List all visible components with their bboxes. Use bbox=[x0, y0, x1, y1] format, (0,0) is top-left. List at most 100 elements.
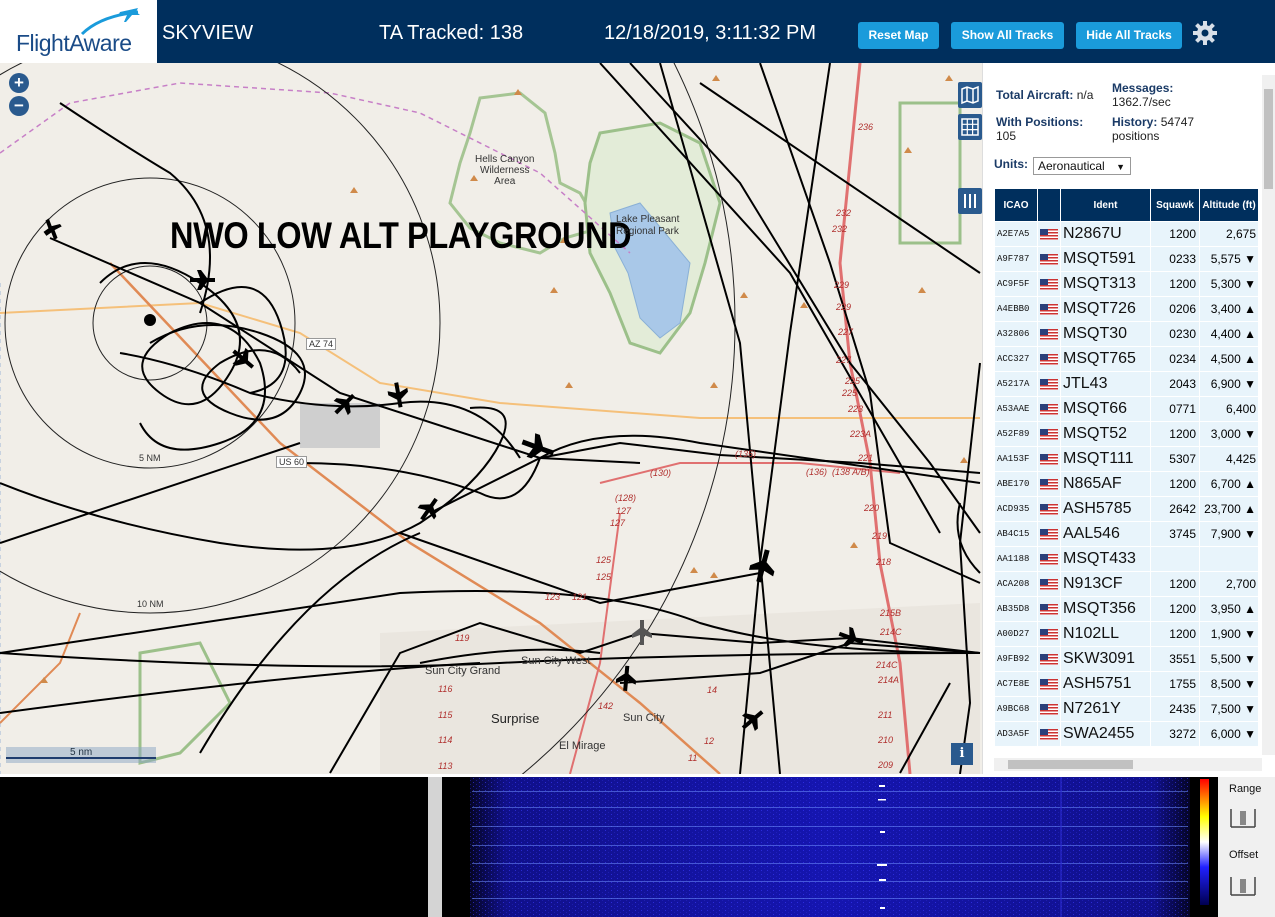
reset-map-button[interactable]: Reset Map bbox=[858, 22, 939, 49]
col-flag[interactable] bbox=[1038, 189, 1060, 221]
ta-tracked-count: TA Tracked: 138 bbox=[379, 22, 524, 44]
aircraft-row[interactable]: ABE170 N865AF 1200 6,700 ▲ bbox=[995, 472, 1258, 496]
units-select[interactable]: Aeronautical ▼ bbox=[1033, 157, 1131, 175]
icao-cell: AD3A5F bbox=[995, 722, 1037, 746]
route-number: 221 bbox=[858, 453, 874, 463]
aircraft-row[interactable]: AC7E8E ASH5751 1755 8,500 ▼ bbox=[995, 672, 1258, 696]
total-aircraft-stat: Total Aircraft: n/a bbox=[996, 88, 1093, 102]
aircraft-row[interactable]: A5217A JTL43 2043 6,900 ▼ bbox=[995, 372, 1258, 396]
route-number: 225 bbox=[842, 388, 858, 398]
hells-canyon-label: Hells Canyon Wilderness Area bbox=[475, 154, 535, 187]
with-positions-label: With Positions: bbox=[996, 115, 1084, 129]
flightaware-logo[interactable]: FlightAware bbox=[0, 0, 157, 63]
country-flag-cell bbox=[1038, 472, 1060, 496]
us-flag-icon bbox=[1040, 478, 1058, 490]
map-layers-button[interactable] bbox=[958, 82, 982, 108]
dropdown-arrow-icon: ▼ bbox=[1116, 162, 1125, 172]
altitude-cell: 4,425 bbox=[1200, 447, 1258, 471]
vertical-scrollbar[interactable] bbox=[1262, 75, 1275, 755]
route-number: 225 bbox=[845, 376, 861, 386]
hide-all-tracks-button[interactable]: Hide All Tracks bbox=[1076, 22, 1182, 49]
aircraft-row[interactable]: ACD935 ASH5785 2642 23,700 ▲ bbox=[995, 497, 1258, 521]
icao-cell: AB4C15 bbox=[995, 522, 1037, 546]
aircraft-row[interactable]: A32806 MSQT30 0230 4,400 ▲ bbox=[995, 322, 1258, 346]
icao-cell: A9FB92 bbox=[995, 647, 1037, 671]
zoom-in-button[interactable]: + bbox=[9, 73, 29, 93]
surprise-label: Surprise bbox=[491, 711, 540, 726]
icao-cell: A00D27 bbox=[995, 622, 1037, 646]
range-ring-10nm-label: 10 NM bbox=[137, 599, 164, 609]
route-number: 119 bbox=[455, 633, 470, 643]
aircraft-sidebar: Total Aircraft: n/a Messages: 1362.7/sec… bbox=[982, 63, 1275, 774]
el-mirage-label: El Mirage bbox=[559, 740, 606, 752]
country-flag-cell bbox=[1038, 722, 1060, 746]
map-view[interactable]: NWO LOW ALT PLAYGROUND Hells Canyon Wild… bbox=[0, 63, 982, 774]
aircraft-row[interactable]: AA153F MSQT111 5307 4,425 bbox=[995, 447, 1258, 471]
icao-cell: A4EBB0 bbox=[995, 297, 1037, 321]
aircraft-row[interactable]: A9F787 MSQT591 0233 5,575 ▼ bbox=[995, 247, 1258, 271]
route-number: 114 bbox=[438, 735, 453, 745]
altitude-value: 2,675 bbox=[1225, 227, 1256, 241]
icao-cell: AB35D8 bbox=[995, 597, 1037, 621]
aircraft-row[interactable]: AA1188 MSQT433 bbox=[995, 547, 1258, 571]
altitude-cell: 8,500 ▼ bbox=[1200, 672, 1258, 696]
messages-stat: Messages: 1362.7/sec bbox=[1112, 81, 1173, 109]
aircraft-row[interactable]: A9BC68 N7261Y 2435 7,500 ▼ bbox=[995, 697, 1258, 721]
aircraft-row[interactable]: A52F89 MSQT52 1200 3,000 ▼ bbox=[995, 422, 1258, 446]
us-flag-icon bbox=[1040, 278, 1058, 290]
route-number: 223A bbox=[850, 429, 872, 439]
us-flag-icon bbox=[1040, 253, 1058, 265]
route-number: 223 bbox=[848, 404, 864, 414]
altitude-trend-icon: ▲ bbox=[1244, 477, 1256, 491]
altitude-trend-icon: ▼ bbox=[1244, 277, 1256, 291]
route-number: 142 bbox=[598, 701, 614, 711]
altitude-cell: 3,000 ▼ bbox=[1200, 422, 1258, 446]
offset-slider[interactable] bbox=[1229, 875, 1257, 897]
aircraft-row[interactable]: A4EBB0 MSQT726 0206 3,400 ▲ bbox=[995, 297, 1258, 321]
country-flag-cell bbox=[1038, 622, 1060, 646]
aircraft-row[interactable]: AB4C15 AAL546 3745 7,900 ▼ bbox=[995, 522, 1258, 546]
aircraft-row[interactable]: A9FB92 SKW3091 3551 5,500 ▼ bbox=[995, 647, 1258, 671]
show-all-tracks-button[interactable]: Show All Tracks bbox=[951, 22, 1064, 49]
col-squawk[interactable]: Squawk bbox=[1151, 189, 1199, 221]
aircraft-row[interactable]: A00D27 N102LL 1200 1,900 ▼ bbox=[995, 622, 1258, 646]
sun-city-grand-label: Sun City Grand bbox=[425, 665, 501, 677]
squawk-cell: 1200 bbox=[1151, 572, 1199, 596]
aircraft-row[interactable]: AD3A5F SWA2455 3272 6,000 ▼ bbox=[995, 722, 1258, 746]
aircraft-row[interactable]: AC9F5F MSQT313 1200 5,300 ▼ bbox=[995, 272, 1258, 296]
scroll-thumb[interactable] bbox=[1008, 760, 1133, 769]
zoom-out-button[interactable]: − bbox=[9, 96, 29, 116]
altitude-trend-icon: ▼ bbox=[1244, 727, 1256, 741]
us60-shield: US 60 bbox=[276, 456, 308, 468]
grid-toggle-button[interactable] bbox=[958, 114, 982, 140]
route-number: (138 A/B) bbox=[832, 467, 870, 477]
col-altitude[interactable]: Altitude (ft) bbox=[1200, 189, 1258, 221]
ident-cell: JTL43 bbox=[1061, 372, 1150, 396]
country-flag-cell bbox=[1038, 297, 1060, 321]
route-number: 229 bbox=[834, 280, 850, 290]
gear-icon[interactable] bbox=[1192, 20, 1218, 46]
aircraft-row[interactable]: A53AAE MSQT66 0771 6,400 bbox=[995, 397, 1258, 421]
aircraft-row[interactable]: ACC327 MSQT765 0234 4,500 ▲ bbox=[995, 347, 1258, 371]
col-ident[interactable]: Ident bbox=[1061, 189, 1150, 221]
aircraft-row[interactable]: ACA208 N913CF 1200 2,700 bbox=[995, 572, 1258, 596]
info-button[interactable]: i bbox=[951, 743, 973, 765]
range-slider[interactable] bbox=[1229, 807, 1257, 829]
us-flag-icon bbox=[1040, 678, 1058, 690]
horizontal-scrollbar[interactable] bbox=[994, 758, 1262, 771]
color-scale bbox=[1200, 779, 1209, 905]
app-title: SKYVIEW bbox=[162, 22, 254, 44]
icao-cell: A52F89 bbox=[995, 422, 1037, 446]
icao-cell: A9F787 bbox=[995, 247, 1037, 271]
aircraft-row[interactable]: A2E7A5 N2867U 1200 2,675 bbox=[995, 222, 1258, 246]
route-number: 116 bbox=[438, 684, 453, 694]
top-header: FlightAware SKYVIEW TA Tracked: 138 12/1… bbox=[0, 0, 1275, 63]
col-icao[interactable]: ICAO bbox=[995, 189, 1037, 221]
squawk-cell bbox=[1151, 547, 1199, 571]
scroll-thumb[interactable] bbox=[1264, 89, 1273, 189]
sidebar-toggle-button[interactable] bbox=[958, 188, 982, 214]
route-number: 232 bbox=[832, 224, 848, 234]
route-number: 236 bbox=[858, 122, 874, 132]
us-flag-icon bbox=[1040, 303, 1058, 315]
aircraft-row[interactable]: AB35D8 MSQT356 1200 3,950 ▲ bbox=[995, 597, 1258, 621]
